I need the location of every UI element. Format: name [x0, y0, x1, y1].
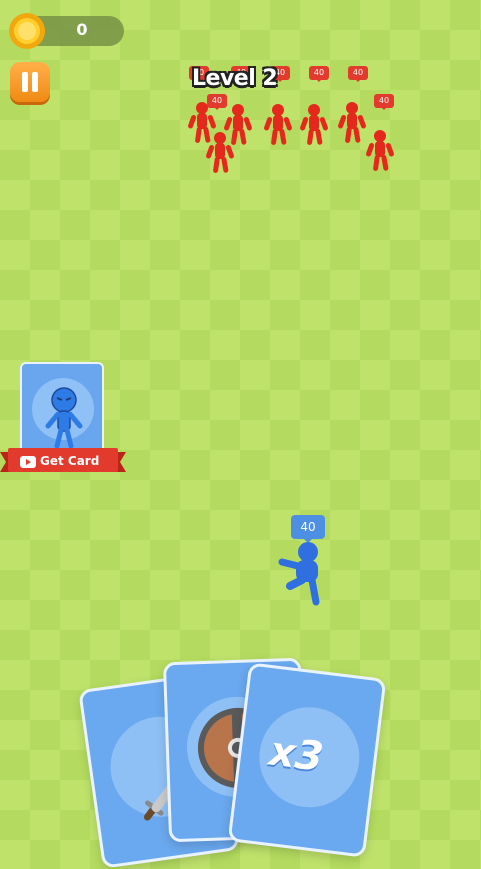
blue-stickman-icon — [45, 387, 83, 449]
enemy-power-badge: 40 — [374, 94, 394, 110]
enemy-power-badge: 40 — [309, 66, 329, 82]
player-power-badge: 40 — [291, 515, 325, 543]
video-icon — [20, 456, 36, 468]
gold-coin-icon — [8, 12, 46, 50]
get-card-label: Get Card — [40, 454, 100, 468]
pause-icon — [22, 72, 28, 92]
pause-button[interactable] — [10, 62, 50, 102]
player-stickman[interactable] — [276, 540, 336, 606]
coin-count: 0 — [76, 20, 88, 39]
enemy-power-badge: 40 — [207, 94, 227, 110]
multiplier-label: x3 — [266, 728, 326, 781]
multiplier-card[interactable]: x3 — [227, 662, 387, 858]
enemy-power-badge: 40 — [348, 66, 368, 82]
level-title: Level 2 — [192, 66, 278, 91]
